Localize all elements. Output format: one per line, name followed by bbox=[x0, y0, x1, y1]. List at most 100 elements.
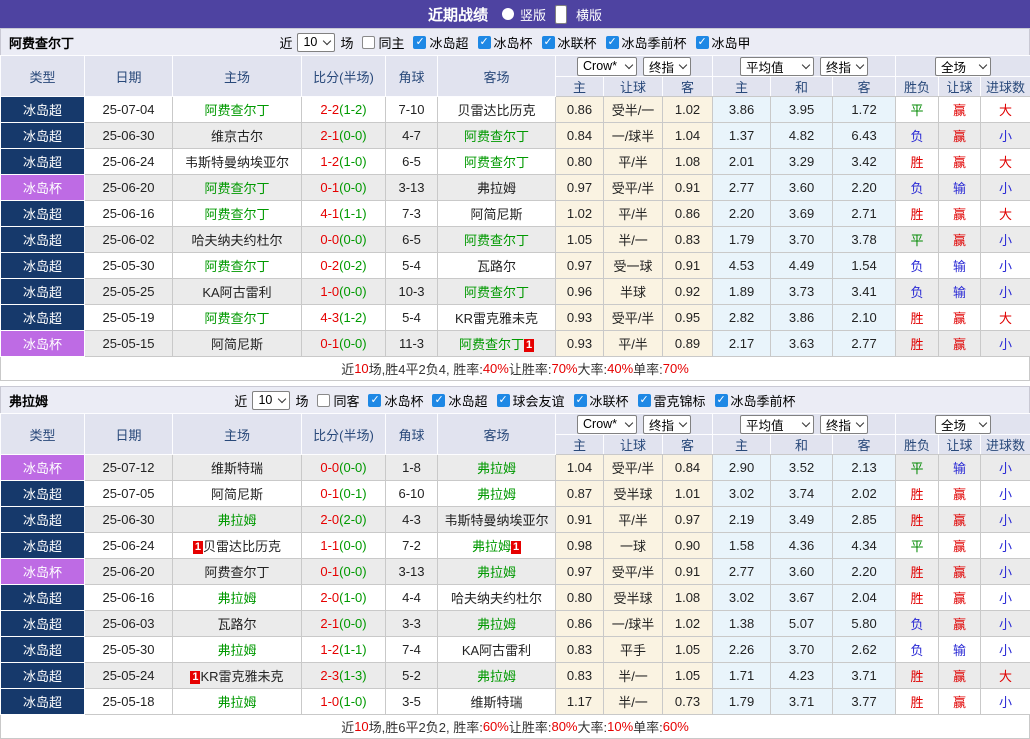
away-team-cell: 哈夫纳夫约杜尔 bbox=[438, 585, 556, 611]
league-checkbox[interactable] bbox=[696, 36, 709, 49]
result-cell: 赢 bbox=[939, 507, 981, 533]
result-cell: 胜 bbox=[896, 331, 939, 357]
league-checkbox[interactable] bbox=[715, 394, 728, 407]
league-badge: 冰岛杯 bbox=[1, 331, 85, 357]
final-index-select[interactable]: 终指 bbox=[820, 415, 868, 434]
summary-text: 近 bbox=[341, 717, 354, 736]
radio-horizontal-label: 横版 bbox=[576, 5, 602, 24]
home-team-cell: 维斯特瑞 bbox=[173, 455, 302, 481]
average-select[interactable]: 平均值 bbox=[740, 415, 814, 434]
fulltime-group-header: 全场 bbox=[896, 414, 1030, 435]
average-odds: 3.70 bbox=[771, 637, 833, 663]
average-odds: 3.86 bbox=[713, 97, 771, 123]
league-checkbox[interactable] bbox=[542, 36, 555, 49]
same-venue-checkbox[interactable] bbox=[362, 36, 375, 49]
match-row: 冰岛超25-05-30弗拉姆1-2(1-1)7-4KA阿古雷利0.83平手1.0… bbox=[1, 637, 1030, 663]
away-team-name: 阿费查尔丁 bbox=[464, 285, 529, 300]
score-cell: 1-0(0-0) bbox=[302, 279, 386, 305]
away-team-name: KA阿古雷利 bbox=[462, 643, 531, 658]
same-venue-checkbox[interactable] bbox=[317, 394, 330, 407]
average-odds: 1.79 bbox=[713, 689, 771, 715]
average-odds: 2.77 bbox=[833, 331, 896, 357]
handicap-odds: 平/半 bbox=[604, 201, 663, 227]
average-odds: 2.13 bbox=[833, 455, 896, 481]
full-match-select[interactable]: 全场 bbox=[935, 415, 991, 434]
crow-select[interactable]: Crow* bbox=[577, 415, 637, 434]
league-badge: 冰岛超 bbox=[1, 253, 85, 279]
league-checkbox[interactable] bbox=[478, 36, 491, 49]
handicap-odds: 1.01 bbox=[663, 481, 713, 507]
match-row: 冰岛超25-05-19阿费查尔丁4-3(1-2)5-4KR雷克雅未克0.93受平… bbox=[1, 305, 1030, 331]
result-cell: 输 bbox=[939, 637, 981, 663]
col-result: 胜负 bbox=[896, 77, 939, 97]
recent-count-select[interactable]: 10 bbox=[297, 33, 335, 52]
average-odds: 1.54 bbox=[833, 253, 896, 279]
away-team-name: 弗拉姆 bbox=[477, 461, 516, 476]
final-index-select[interactable]: 终指 bbox=[820, 57, 868, 76]
handicap-odds: 1.04 bbox=[663, 123, 713, 149]
league-checkbox[interactable] bbox=[497, 394, 510, 407]
result-cell: 输 bbox=[939, 279, 981, 305]
away-team-cell: 阿费查尔丁 bbox=[438, 149, 556, 175]
average-select[interactable]: 平均值 bbox=[740, 57, 814, 76]
average-odds: 3.78 bbox=[833, 227, 896, 253]
league-checkbox[interactable] bbox=[606, 36, 619, 49]
league-badge: 冰岛超 bbox=[1, 637, 85, 663]
score-cell: 0-0(0-0) bbox=[302, 227, 386, 253]
home-team-cell: 阿费查尔丁 bbox=[173, 559, 302, 585]
full-match-select[interactable]: 全场 bbox=[935, 57, 991, 76]
final-index-select[interactable]: 终指 bbox=[643, 415, 691, 434]
crow-select[interactable]: Crow* bbox=[577, 57, 637, 76]
halftime-score: (0-0) bbox=[339, 460, 366, 475]
halftime-score: (0-0) bbox=[339, 564, 366, 579]
corner-count: 10-3 bbox=[386, 279, 438, 305]
league-checkbox[interactable] bbox=[413, 36, 426, 49]
match-row: 冰岛超25-06-24韦斯特曼纳埃亚尔1-2(1-0)6-5阿费查尔丁0.80平… bbox=[1, 149, 1030, 175]
average-odds: 6.43 bbox=[833, 123, 896, 149]
league-checkbox[interactable] bbox=[368, 394, 381, 407]
halftime-score: (0-0) bbox=[339, 128, 366, 143]
average-odds: 3.63 bbox=[771, 331, 833, 357]
corner-count: 3-5 bbox=[386, 689, 438, 715]
league-checkbox[interactable] bbox=[638, 394, 651, 407]
match-date: 25-07-12 bbox=[85, 455, 173, 481]
score-cell: 2-1(0-0) bbox=[302, 123, 386, 149]
final-index-select[interactable]: 终指 bbox=[643, 57, 691, 76]
col-date: 日期 bbox=[85, 56, 173, 97]
result-cell: 小 bbox=[981, 637, 1030, 663]
crow-select-value: Crow* bbox=[583, 417, 617, 431]
away-team-name: 瓦路尔 bbox=[477, 259, 516, 274]
radio-vertical[interactable] bbox=[502, 8, 514, 20]
col-away: 客场 bbox=[438, 56, 556, 97]
home-team-cell: 哈夫纳夫约杜尔 bbox=[173, 227, 302, 253]
handicap-odds: 0.84 bbox=[663, 455, 713, 481]
average-odds: 3.67 bbox=[771, 585, 833, 611]
result-cell: 赢 bbox=[939, 533, 981, 559]
handicap-odds: 平/半 bbox=[604, 149, 663, 175]
score-cell: 1-0(1-0) bbox=[302, 689, 386, 715]
league-checkbox[interactable] bbox=[574, 394, 587, 407]
corner-count: 7-10 bbox=[386, 97, 438, 123]
league-badge: 冰岛超 bbox=[1, 481, 85, 507]
league-badge: 冰岛杯 bbox=[1, 455, 85, 481]
handicap-odds: 受平/半 bbox=[604, 305, 663, 331]
away-team-cell: 韦斯特曼纳埃亚尔 bbox=[438, 507, 556, 533]
league-checkbox[interactable] bbox=[432, 394, 445, 407]
halftime-score: (0-0) bbox=[339, 538, 366, 553]
recent-count-select[interactable]: 10 bbox=[252, 391, 290, 410]
away-team-name: 阿费查尔丁 bbox=[464, 233, 529, 248]
home-team-cell: 维京古尔 bbox=[173, 123, 302, 149]
fulltime-score: 1-1 bbox=[320, 538, 339, 553]
result-cell: 小 bbox=[981, 585, 1030, 611]
league-filter-label: 冰联杯 bbox=[558, 33, 597, 52]
summary-row: 近10场,胜4平2负4, 胜率:40% 让胜率:70% 大率:40% 单率:70… bbox=[0, 357, 1030, 381]
chevron-down-icon bbox=[802, 419, 810, 427]
chevron-down-icon bbox=[625, 419, 633, 427]
handicap-odds: 0.93 bbox=[556, 305, 604, 331]
average-odds: 4.82 bbox=[771, 123, 833, 149]
result-cell: 胜 bbox=[896, 585, 939, 611]
away-team-cell: 瓦路尔 bbox=[438, 253, 556, 279]
average-odds: 3.70 bbox=[771, 227, 833, 253]
radio-horizontal[interactable] bbox=[555, 5, 567, 24]
filter-bar: 近10场同主冰岛超冰岛杯冰联杯冰岛季前杯冰岛甲 bbox=[279, 33, 750, 52]
